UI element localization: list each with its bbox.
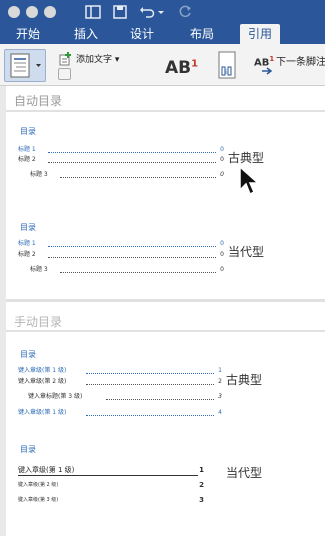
tab-layout[interactable]: 布局	[190, 27, 214, 41]
toc-leader	[60, 177, 216, 178]
toc-entry-text: 键入章标题(第 3 级)	[28, 393, 83, 400]
toc-entry: 键入章级(第 3 级) 3	[18, 496, 204, 504]
add-text-icon	[59, 52, 71, 66]
toc-title: 目录	[20, 223, 36, 232]
toc-entry: 标题 1 0	[18, 240, 224, 248]
toc-leader	[86, 373, 214, 374]
toc-gallery: 自动目录 目录 标题 1 0 标题 2 0 标题 3 0 古典型 目录 标题 1…	[6, 86, 325, 536]
toc-entry-page: 0	[220, 146, 224, 153]
toc-title: 目录	[20, 350, 36, 359]
ribbon-tabs: 开始 插入 设计 布局 引用	[0, 24, 325, 44]
insert-footnote-label: AB	[165, 58, 192, 78]
toc-leader	[106, 399, 214, 400]
insert-footnote-button[interactable]: AB1	[165, 58, 198, 78]
tab-insert[interactable]: 插入	[74, 27, 98, 41]
next-footnote-arrow-icon	[262, 67, 273, 75]
tab-references[interactable]: 引用	[240, 24, 281, 44]
toc-entry-text: 标题 3	[30, 171, 48, 178]
toc-entry-page: 0	[220, 266, 224, 273]
toc-entry-page: 1	[199, 466, 204, 474]
section-divider	[6, 299, 325, 302]
toc-entry-text: 标题 2	[18, 251, 36, 258]
minimize-window-button[interactable]	[26, 6, 38, 18]
toc-title: 目录	[20, 445, 36, 454]
redo-icon[interactable]	[176, 3, 194, 21]
toc-entry: 标题 2 0	[18, 156, 224, 164]
tab-design[interactable]: 设计	[130, 27, 154, 41]
toc-entry-page: 0	[220, 156, 224, 163]
toc-leader	[86, 415, 214, 416]
toc-entry: 键入章级(第 1 级) 1	[18, 466, 204, 476]
toc-entry-text: 键入章级(第 2 级)	[18, 482, 59, 488]
toc-entry-text: 标题 1	[18, 146, 36, 153]
toc-entry: 标题 3 0	[30, 266, 224, 274]
toc-entry-page: 3	[199, 496, 204, 504]
toc-entry: 标题 1 0	[18, 146, 224, 154]
insert-endnote-icon[interactable]: i	[216, 50, 238, 80]
close-window-button[interactable]	[8, 6, 20, 18]
toc-entry-text: 键入章级(第 1 级)	[18, 466, 75, 474]
style-name-classic: 古典型	[228, 151, 265, 165]
next-footnote-sup: 1	[269, 55, 275, 63]
toc-leader	[48, 246, 216, 247]
manual-toc-header: 手动目录	[14, 315, 63, 329]
toc-entry: 键入章级(第 1 级) 4	[18, 409, 222, 417]
add-text-label: 添加文字	[76, 55, 113, 65]
chevron-down-icon: ▾	[114, 55, 120, 65]
save-icon[interactable]	[111, 3, 129, 21]
toc-entry-text: 键入章级(第 3 级)	[18, 497, 59, 503]
sidebar-icon[interactable]	[84, 3, 102, 21]
toc-entry-page: 1	[218, 367, 222, 374]
toc-title: 目录	[20, 127, 36, 136]
toc-entry-page: 4	[218, 409, 222, 416]
toc-entry-text: 标题 2	[18, 156, 36, 163]
toc-entry-text: 键入章级(第 2 级)	[18, 378, 67, 385]
toc-entry-page: 0	[220, 240, 224, 247]
insert-footnote-superscript: 1	[191, 58, 199, 70]
section-divider	[6, 110, 325, 112]
title-bar	[0, 0, 325, 24]
toc-leader	[48, 152, 216, 153]
toc-underline	[18, 475, 198, 476]
toc-leader	[86, 384, 214, 385]
zoom-window-button[interactable]	[44, 6, 56, 18]
toc-entry: 键入章级(第 2 级) 2	[18, 378, 222, 386]
toc-entry-page: 2	[199, 481, 204, 489]
table-of-contents-button[interactable]	[4, 49, 46, 82]
toc-entry: 标题 2 0	[18, 251, 224, 259]
toc-leader	[48, 257, 216, 258]
tab-home[interactable]: 开始	[16, 27, 40, 41]
automatic-toc-header: 自动目录	[14, 94, 63, 108]
undo-dropdown-icon[interactable]	[157, 3, 165, 21]
toc-entry: 键入章级(第 2 级) 2	[18, 481, 204, 489]
toc-entry-text: 键入章级(第 1 级)	[18, 367, 67, 374]
toc-entry-text: 标题 3	[30, 266, 48, 273]
toc-entry: 键入章级(第 1 级) 1	[18, 367, 222, 375]
mouse-cursor-icon	[239, 166, 259, 196]
ribbon: 添加文字 ▾ AB1 i AB1 下一条脚注	[0, 44, 325, 86]
update-table-icon[interactable]	[58, 68, 71, 80]
toc-leader	[48, 162, 216, 163]
style-name-contemporary: 当代型	[228, 245, 265, 259]
style-name-classic: 古典型	[226, 373, 263, 387]
style-name-contemporary: 当代型	[226, 466, 263, 480]
toc-entry-page: 0	[220, 251, 224, 258]
toc-entry-text: 键入章级(第 1 级)	[18, 409, 67, 416]
toc-entry-page: 2	[218, 378, 222, 385]
undo-icon[interactable]	[138, 3, 156, 21]
toc-entry-page: 3	[218, 393, 222, 400]
toc-entry: 标题 3 0	[30, 171, 224, 179]
table-of-contents-icon	[10, 53, 41, 78]
section-divider	[6, 330, 325, 332]
add-text-button[interactable]: 添加文字 ▾	[76, 52, 119, 65]
toc-entry-page: 0	[220, 171, 224, 178]
toc-entry-text: 标题 1	[18, 240, 36, 247]
toc-entry: 键入章标题(第 3 级) 3	[28, 393, 222, 401]
toc-leader	[60, 272, 216, 273]
next-footnote-button[interactable]: 下一条脚注	[276, 53, 325, 68]
